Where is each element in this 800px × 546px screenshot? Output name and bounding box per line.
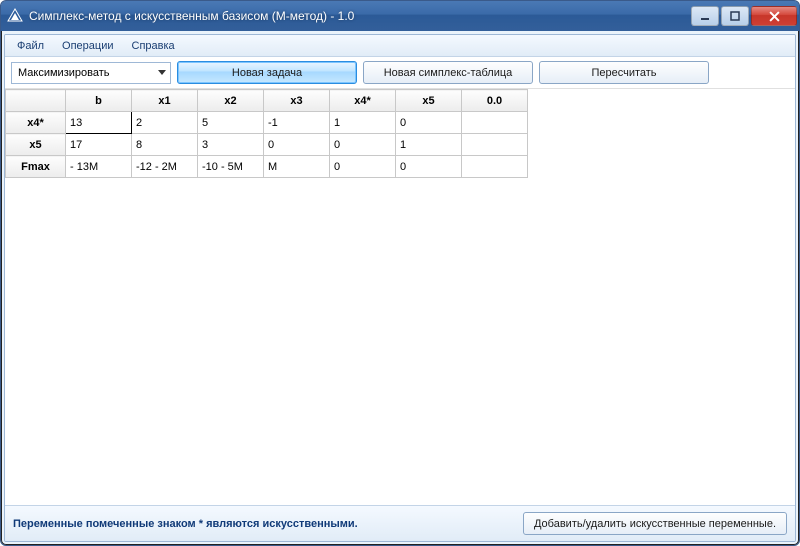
new-task-button[interactable]: Новая задача: [177, 61, 357, 84]
col-header[interactable]: b: [66, 90, 132, 112]
col-header[interactable]: x4*: [330, 90, 396, 112]
mode-select[interactable]: Максимизировать: [11, 62, 171, 84]
table-header-row: b x1 x2 x3 x4* x5 0.0: [6, 90, 528, 112]
manage-artificial-vars-button[interactable]: Добавить/удалить искусственные переменны…: [523, 512, 787, 535]
menubar: Файл Операции Справка: [5, 35, 795, 57]
menu-help[interactable]: Справка: [124, 38, 183, 54]
simplex-table[interactable]: b x1 x2 x3 x4* x5 0.0 x4* 13 2 5 -1 1 0: [5, 89, 528, 178]
window-title: Симплекс-метод с искусственным базисом (…: [29, 9, 691, 23]
close-button[interactable]: [751, 6, 797, 26]
col-header[interactable]: x5: [396, 90, 462, 112]
menu-file[interactable]: Файл: [9, 38, 52, 54]
table-cell[interactable]: 2: [132, 112, 198, 134]
row-header[interactable]: x5: [6, 134, 66, 156]
chevron-down-icon: [158, 70, 166, 75]
mode-select-value: Максимизировать: [18, 67, 109, 79]
table-cell[interactable]: M: [264, 156, 330, 178]
table-cell[interactable]: 17: [66, 134, 132, 156]
client-area: Файл Операции Справка Максимизировать Но…: [4, 34, 796, 542]
recalculate-button[interactable]: Пересчитать: [539, 61, 709, 84]
table-cell[interactable]: -1: [264, 112, 330, 134]
toolbar: Максимизировать Новая задача Новая симпл…: [5, 57, 795, 89]
col-header[interactable]: x1: [132, 90, 198, 112]
table-cell[interactable]: 0: [330, 156, 396, 178]
col-header[interactable]: 0.0: [462, 90, 528, 112]
window-buttons: [691, 6, 797, 26]
menu-operations[interactable]: Операции: [54, 38, 121, 54]
app-window: Симплекс-метод с искусственным базисом (…: [0, 0, 800, 546]
table-cell[interactable]: [462, 134, 528, 156]
table-cell[interactable]: 0: [330, 134, 396, 156]
status-note: Переменные помеченные знаком * являются …: [13, 518, 358, 530]
table-cell[interactable]: [462, 112, 528, 134]
table-cell[interactable]: 8: [132, 134, 198, 156]
table-cell[interactable]: 0: [396, 156, 462, 178]
statusbar: Переменные помеченные знаком * являются …: [5, 505, 795, 541]
table-cell[interactable]: 1: [396, 134, 462, 156]
maximize-button[interactable]: [721, 6, 749, 26]
table-cell[interactable]: 0: [396, 112, 462, 134]
new-simplex-table-button[interactable]: Новая симплекс-таблица: [363, 61, 533, 84]
app-icon: [7, 8, 23, 24]
minimize-button[interactable]: [691, 6, 719, 26]
table-cell[interactable]: [462, 156, 528, 178]
table-cell[interactable]: 1: [330, 112, 396, 134]
table-row: Fmax - 13M -12 - 2M -10 - 5M M 0 0: [6, 156, 528, 178]
table-cell[interactable]: 3: [198, 134, 264, 156]
col-header[interactable]: x3: [264, 90, 330, 112]
row-header[interactable]: x4*: [6, 112, 66, 134]
table-cell[interactable]: - 13M: [66, 156, 132, 178]
corner-header: [6, 90, 66, 112]
table-cell[interactable]: 0: [264, 134, 330, 156]
col-header[interactable]: x2: [198, 90, 264, 112]
row-header[interactable]: Fmax: [6, 156, 66, 178]
table-row: x4* 13 2 5 -1 1 0: [6, 112, 528, 134]
table-row: x5 17 8 3 0 0 1: [6, 134, 528, 156]
table-cell-active[interactable]: 13: [66, 112, 132, 134]
main-area: b x1 x2 x3 x4* x5 0.0 x4* 13 2 5 -1 1 0: [5, 89, 795, 505]
table-cell[interactable]: -12 - 2M: [132, 156, 198, 178]
table-cell[interactable]: 5: [198, 112, 264, 134]
table-cell[interactable]: -10 - 5M: [198, 156, 264, 178]
titlebar[interactable]: Симплекс-метод с искусственным базисом (…: [1, 1, 799, 31]
